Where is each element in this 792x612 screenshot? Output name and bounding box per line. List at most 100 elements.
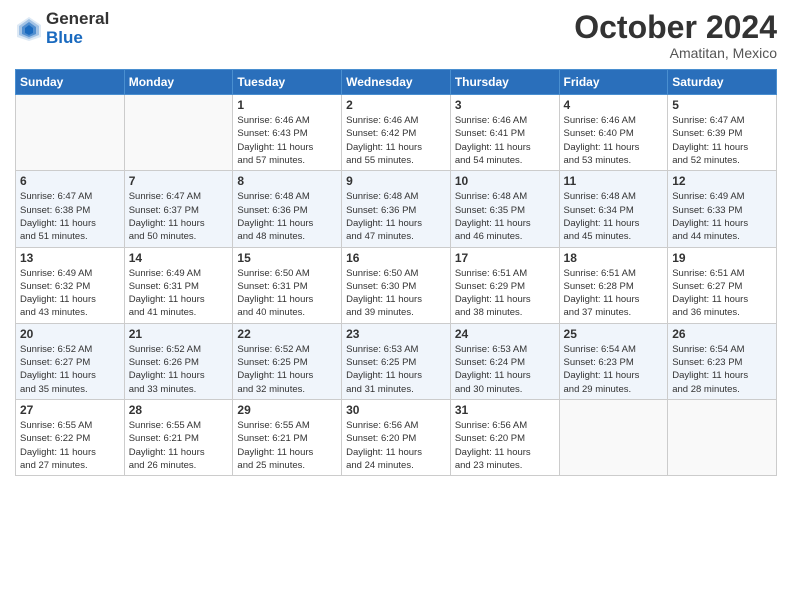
calendar-page: General Blue October 2024 Amatitan, Mexi… bbox=[0, 0, 792, 612]
table-row: 25 Sunrise: 6:54 AMSunset: 6:23 PMDayligh… bbox=[559, 323, 668, 399]
table-row: 3 Sunrise: 6:46 AMSunset: 6:41 PMDaylight… bbox=[450, 95, 559, 171]
table-row: 14 Sunrise: 6:49 AMSunset: 6:31 PMDayligh… bbox=[124, 247, 233, 323]
day-info: Sunrise: 6:49 AMSunset: 6:33 PMDaylight:… bbox=[672, 190, 772, 243]
table-row bbox=[124, 95, 233, 171]
day-number: 23 bbox=[346, 327, 446, 341]
day-info: Sunrise: 6:56 AMSunset: 6:20 PMDaylight:… bbox=[455, 419, 555, 472]
day-info: Sunrise: 6:48 AMSunset: 6:35 PMDaylight:… bbox=[455, 190, 555, 243]
header-thursday: Thursday bbox=[450, 70, 559, 95]
table-row: 20 Sunrise: 6:52 AMSunset: 6:27 PMDayligh… bbox=[16, 323, 125, 399]
day-info: Sunrise: 6:52 AMSunset: 6:27 PMDaylight:… bbox=[20, 343, 120, 396]
table-row: 26 Sunrise: 6:54 AMSunset: 6:23 PMDayligh… bbox=[668, 323, 777, 399]
table-row bbox=[559, 399, 668, 475]
day-info: Sunrise: 6:46 AMSunset: 6:42 PMDaylight:… bbox=[346, 114, 446, 167]
table-row bbox=[668, 399, 777, 475]
day-info: Sunrise: 6:55 AMSunset: 6:21 PMDaylight:… bbox=[237, 419, 337, 472]
day-number: 16 bbox=[346, 251, 446, 265]
day-number: 17 bbox=[455, 251, 555, 265]
day-info: Sunrise: 6:49 AMSunset: 6:31 PMDaylight:… bbox=[129, 267, 229, 320]
day-number: 27 bbox=[20, 403, 120, 417]
table-row: 29 Sunrise: 6:55 AMSunset: 6:21 PMDayligh… bbox=[233, 399, 342, 475]
day-info: Sunrise: 6:51 AMSunset: 6:27 PMDaylight:… bbox=[672, 267, 772, 320]
table-row: 1Sunrise: 6:46 AMSunset: 6:43 PMDaylight… bbox=[233, 95, 342, 171]
day-info: Sunrise: 6:51 AMSunset: 6:28 PMDaylight:… bbox=[564, 267, 664, 320]
day-info: Sunrise: 6:50 AMSunset: 6:30 PMDaylight:… bbox=[346, 267, 446, 320]
day-info: Sunrise: 6:51 AMSunset: 6:29 PMDaylight:… bbox=[455, 267, 555, 320]
day-number: 28 bbox=[129, 403, 229, 417]
day-info: Sunrise: 6:46 AMSunset: 6:41 PMDaylight:… bbox=[455, 114, 555, 167]
table-row: 15 Sunrise: 6:50 AMSunset: 6:31 PMDayligh… bbox=[233, 247, 342, 323]
table-row: 21 Sunrise: 6:52 AMSunset: 6:26 PMDayligh… bbox=[124, 323, 233, 399]
logo-general-text: General bbox=[46, 10, 109, 29]
table-row: 10 Sunrise: 6:48 AMSunset: 6:35 PMDayligh… bbox=[450, 171, 559, 247]
day-info: Sunrise: 6:50 AMSunset: 6:31 PMDaylight:… bbox=[237, 267, 337, 320]
table-row: 5Sunrise: 6:47 AMSunset: 6:39 PMDaylight… bbox=[668, 95, 777, 171]
table-row: 30 Sunrise: 6:56 AMSunset: 6:20 PMDayligh… bbox=[342, 399, 451, 475]
table-row: 8Sunrise: 6:48 AMSunset: 6:36 PMDaylight… bbox=[233, 171, 342, 247]
day-number: 6 bbox=[20, 174, 120, 188]
day-info: Sunrise: 6:56 AMSunset: 6:20 PMDaylight:… bbox=[346, 419, 446, 472]
calendar-week-row: 6Sunrise: 6:47 AMSunset: 6:38 PMDaylight… bbox=[16, 171, 777, 247]
day-info: Sunrise: 6:53 AMSunset: 6:25 PMDaylight:… bbox=[346, 343, 446, 396]
table-row: 17 Sunrise: 6:51 AMSunset: 6:29 PMDayligh… bbox=[450, 247, 559, 323]
day-number: 19 bbox=[672, 251, 772, 265]
table-row: 23 Sunrise: 6:53 AMSunset: 6:25 PMDayligh… bbox=[342, 323, 451, 399]
table-row: 19 Sunrise: 6:51 AMSunset: 6:27 PMDayligh… bbox=[668, 247, 777, 323]
day-number: 31 bbox=[455, 403, 555, 417]
table-row: 27 Sunrise: 6:55 AMSunset: 6:22 PMDayligh… bbox=[16, 399, 125, 475]
day-number: 26 bbox=[672, 327, 772, 341]
calendar-week-row: 13 Sunrise: 6:49 AMSunset: 6:32 PMDayligh… bbox=[16, 247, 777, 323]
title-block: October 2024 Amatitan, Mexico bbox=[574, 10, 777, 61]
header-monday: Monday bbox=[124, 70, 233, 95]
day-info: Sunrise: 6:54 AMSunset: 6:23 PMDaylight:… bbox=[564, 343, 664, 396]
calendar-week-row: 20 Sunrise: 6:52 AMSunset: 6:27 PMDayligh… bbox=[16, 323, 777, 399]
day-info: Sunrise: 6:47 AMSunset: 6:39 PMDaylight:… bbox=[672, 114, 772, 167]
table-row: 2 Sunrise: 6:46 AMSunset: 6:42 PMDaylight… bbox=[342, 95, 451, 171]
day-info: Sunrise: 6:55 AMSunset: 6:21 PMDaylight:… bbox=[129, 419, 229, 472]
table-row: 6Sunrise: 6:47 AMSunset: 6:38 PMDaylight… bbox=[16, 171, 125, 247]
day-info: Sunrise: 6:52 AMSunset: 6:25 PMDaylight:… bbox=[237, 343, 337, 396]
day-number: 9 bbox=[346, 174, 446, 188]
day-number: 3 bbox=[455, 98, 555, 112]
day-info: Sunrise: 6:48 AMSunset: 6:36 PMDaylight:… bbox=[346, 190, 446, 243]
header-wednesday: Wednesday bbox=[342, 70, 451, 95]
day-number: 15 bbox=[237, 251, 337, 265]
header-tuesday: Tuesday bbox=[233, 70, 342, 95]
day-number: 11 bbox=[564, 174, 664, 188]
day-number: 13 bbox=[20, 251, 120, 265]
table-row: 7 Sunrise: 6:47 AMSunset: 6:37 PMDaylight… bbox=[124, 171, 233, 247]
table-row: 16 Sunrise: 6:50 AMSunset: 6:30 PMDayligh… bbox=[342, 247, 451, 323]
table-row: 24 Sunrise: 6:53 AMSunset: 6:24 PMDayligh… bbox=[450, 323, 559, 399]
header-friday: Friday bbox=[559, 70, 668, 95]
day-number: 25 bbox=[564, 327, 664, 341]
location: Amatitan, Mexico bbox=[574, 45, 777, 61]
day-info: Sunrise: 6:55 AMSunset: 6:22 PMDaylight:… bbox=[20, 419, 120, 472]
table-row: 22Sunrise: 6:52 AMSunset: 6:25 PMDayligh… bbox=[233, 323, 342, 399]
day-number: 7 bbox=[129, 174, 229, 188]
day-number: 2 bbox=[346, 98, 446, 112]
day-info: Sunrise: 6:47 AMSunset: 6:37 PMDaylight:… bbox=[129, 190, 229, 243]
day-number: 29 bbox=[237, 403, 337, 417]
table-row bbox=[16, 95, 125, 171]
day-number: 21 bbox=[129, 327, 229, 341]
table-row: 31 Sunrise: 6:56 AMSunset: 6:20 PMDayligh… bbox=[450, 399, 559, 475]
table-row: 12Sunrise: 6:49 AMSunset: 6:33 PMDayligh… bbox=[668, 171, 777, 247]
day-info: Sunrise: 6:52 AMSunset: 6:26 PMDaylight:… bbox=[129, 343, 229, 396]
header-sunday: Sunday bbox=[16, 70, 125, 95]
day-number: 14 bbox=[129, 251, 229, 265]
table-row: 4Sunrise: 6:46 AMSunset: 6:40 PMDaylight… bbox=[559, 95, 668, 171]
day-info: Sunrise: 6:54 AMSunset: 6:23 PMDaylight:… bbox=[672, 343, 772, 396]
day-number: 10 bbox=[455, 174, 555, 188]
table-row: 9 Sunrise: 6:48 AMSunset: 6:36 PMDaylight… bbox=[342, 171, 451, 247]
table-row: 28 Sunrise: 6:55 AMSunset: 6:21 PMDayligh… bbox=[124, 399, 233, 475]
day-number: 24 bbox=[455, 327, 555, 341]
day-number: 30 bbox=[346, 403, 446, 417]
weekday-header-row: Sunday Monday Tuesday Wednesday Thursday… bbox=[16, 70, 777, 95]
logo: General Blue bbox=[15, 10, 109, 47]
day-info: Sunrise: 6:53 AMSunset: 6:24 PMDaylight:… bbox=[455, 343, 555, 396]
day-info: Sunrise: 6:48 AMSunset: 6:34 PMDaylight:… bbox=[564, 190, 664, 243]
logo-icon bbox=[15, 15, 43, 43]
logo-blue-text: Blue bbox=[46, 29, 109, 48]
day-number: 20 bbox=[20, 327, 120, 341]
day-info: Sunrise: 6:49 AMSunset: 6:32 PMDaylight:… bbox=[20, 267, 120, 320]
